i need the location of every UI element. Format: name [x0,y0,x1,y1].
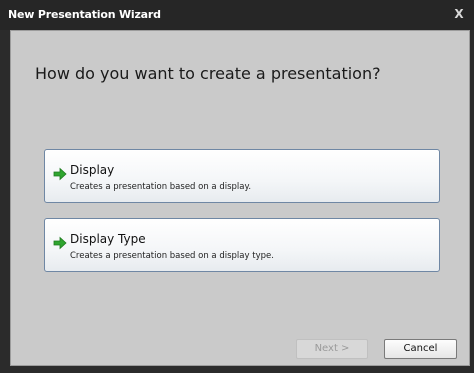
cancel-button[interactable]: Cancel [384,339,457,359]
close-icon[interactable]: X [452,6,466,22]
wizard-body: How do you want to create a presentation… [10,30,470,366]
wizard-window: New Presentation Wizard X How do you wan… [0,0,474,373]
green-arrow-icon [53,167,67,181]
option-title: Display Type [70,232,146,246]
option-display[interactable]: Display Creates a presentation based on … [44,149,440,203]
option-title: Display [70,163,115,177]
option-description: Creates a presentation based on a displa… [70,182,252,192]
option-description: Creates a presentation based on a displa… [70,251,274,261]
next-button[interactable]: Next > [296,339,368,359]
green-arrow-icon [53,236,67,250]
window-title: New Presentation Wizard [8,8,161,21]
title-bar: New Presentation Wizard X [0,0,474,30]
page-title: How do you want to create a presentation… [35,64,381,83]
option-display-type[interactable]: Display Type Creates a presentation base… [44,218,440,272]
